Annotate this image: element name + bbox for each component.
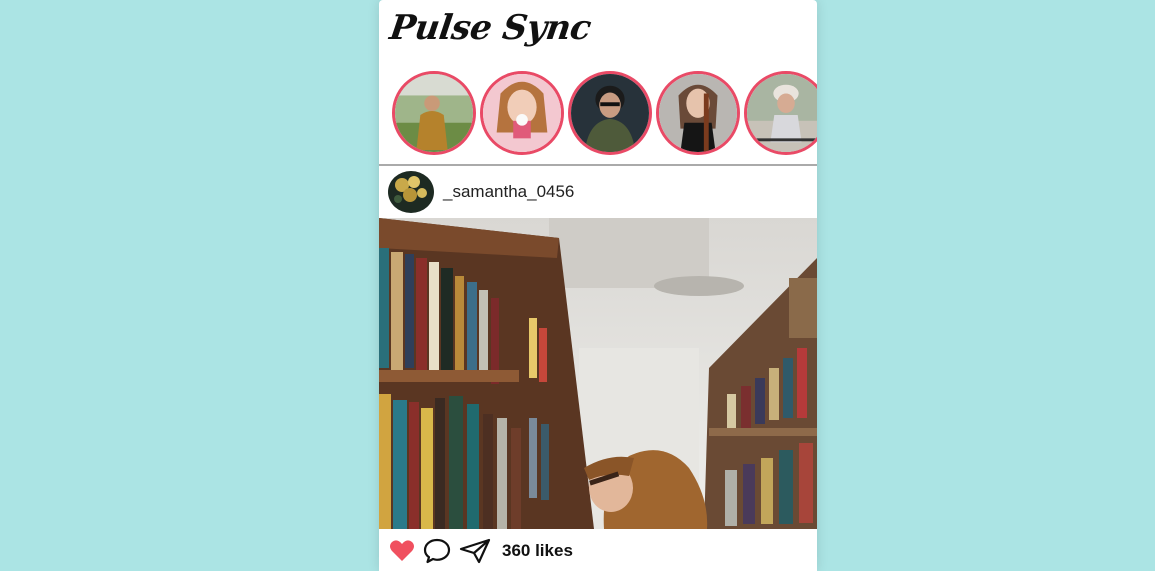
story-avatar-3[interactable] <box>568 71 652 155</box>
flowers-avatar-icon <box>388 171 434 213</box>
post-actions: 360 likes <box>379 529 817 571</box>
story-avatar-1[interactable] <box>392 71 476 155</box>
likes-count[interactable]: 360 likes <box>502 541 573 561</box>
story-avatar-2[interactable] <box>480 71 564 155</box>
story-image-3 <box>571 74 649 152</box>
comment-icon[interactable] <box>423 538 451 564</box>
story-image-4 <box>659 74 737 152</box>
story-avatar-4[interactable] <box>656 71 740 155</box>
post-username[interactable]: _samantha_0456 <box>443 182 574 202</box>
stories-bar[interactable] <box>379 62 817 166</box>
post-photo[interactable] <box>379 218 817 529</box>
story-image-2 <box>483 74 561 152</box>
post-avatar[interactable] <box>388 171 434 213</box>
header: Pulse Sync <box>379 0 817 62</box>
story-image-1 <box>395 74 473 152</box>
story-avatar-5[interactable] <box>744 71 817 155</box>
send-icon[interactable] <box>459 538 491 564</box>
app-logo[interactable]: Pulse Sync <box>387 8 593 48</box>
post-header: _samantha_0456 <box>379 166 817 218</box>
library-photo <box>379 218 817 529</box>
heart-icon[interactable] <box>389 539 415 563</box>
app-card: Pulse Sync _samantha_0456 360 likes <box>379 0 817 571</box>
story-image-5 <box>747 74 817 152</box>
